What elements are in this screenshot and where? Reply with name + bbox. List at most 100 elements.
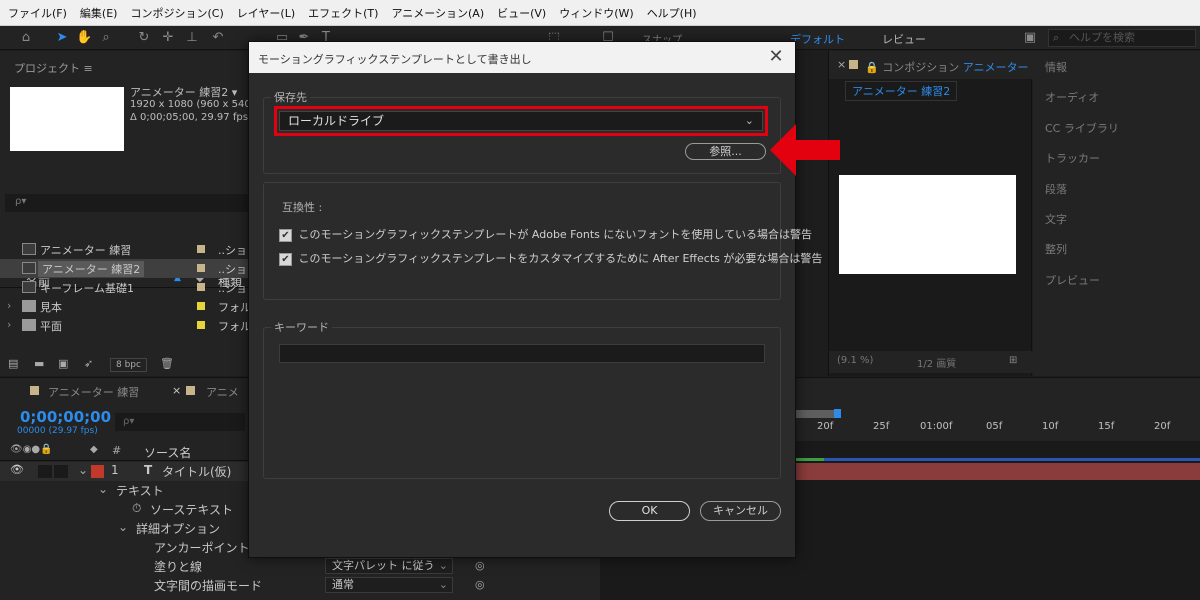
label-swatch[interactable]	[197, 264, 205, 272]
project-item-type: フォル	[218, 320, 251, 333]
browse-button[interactable]: 参照...	[685, 143, 766, 160]
selection-tool-icon[interactable]: ➤	[54, 30, 70, 46]
close-icon[interactable]: ✕	[765, 46, 787, 68]
undo-icon[interactable]: ↶	[210, 30, 226, 46]
timeline-tab-2[interactable]: アニメ	[206, 384, 239, 400]
panel-character[interactable]: 文字	[1045, 211, 1067, 227]
warn-ae-option[interactable]: ✔ このモーショングラフィックステンプレートをカスタマイズするために After…	[279, 250, 822, 266]
close-icon[interactable]: ×	[172, 384, 181, 397]
menu-view[interactable]: ビュー(V)	[497, 5, 546, 21]
project-thumbnail	[10, 87, 124, 151]
timeline-ruler[interactable]: 20f 25f 01:00f 05f 10f 15f 20f	[796, 411, 1200, 441]
chevron-down-icon[interactable]: ⌄	[98, 482, 108, 496]
project-item-type: ..ショ	[218, 244, 247, 257]
zoom-tool-icon[interactable]: ⌕	[98, 30, 114, 46]
fill-stroke-dropdown[interactable]: 文字パレット に従う ⌄	[325, 558, 453, 574]
label-swatch[interactable]	[197, 302, 205, 310]
lock-toggle[interactable]	[54, 465, 68, 478]
timeline-prop-row[interactable]: ⏱ ソーステキスト	[0, 500, 248, 519]
label-swatch[interactable]	[197, 321, 205, 329]
zoom-dropdown[interactable]: (9.1 %)	[837, 355, 873, 366]
project-item[interactable]: キーフレーム基礎1 ..ショ	[0, 278, 248, 297]
bit-depth-button[interactable]: 8 bpc	[110, 358, 147, 372]
menu-help[interactable]: ヘルプ(H)	[647, 5, 697, 21]
composition-canvas[interactable]	[839, 175, 1016, 274]
chevron-down-icon[interactable]: ⌄	[118, 520, 128, 534]
panel-cc-libraries[interactable]: CC ライブラリ	[1045, 120, 1119, 136]
region-icon[interactable]: ⊞	[1009, 355, 1017, 366]
composition-tab-title[interactable]: 🔒 コンポジション アニメーター	[865, 59, 1028, 75]
label-swatch[interactable]	[197, 283, 205, 291]
ok-button[interactable]: OK	[609, 501, 690, 521]
project-item-selected[interactable]: アニメーター 練習2 ..ショ	[0, 259, 248, 278]
blend-mode-dropdown[interactable]: 通常 ⌄	[325, 577, 453, 593]
workspace-review[interactable]: レビュー	[882, 31, 926, 47]
panel-audio[interactable]: オーディオ	[1045, 89, 1099, 105]
new-composition-icon[interactable]: ▣	[58, 357, 68, 370]
panel-align[interactable]: 整列	[1045, 241, 1067, 257]
workspace-default[interactable]: デフォルト	[790, 31, 845, 47]
menu-window[interactable]: ウィンドウ(W)	[559, 5, 633, 21]
project-meta-time: Δ 0;00;05;00, 29.97 fps	[130, 112, 248, 123]
timeline-prop-row[interactable]: ⌄ テキスト	[0, 481, 248, 500]
fill-stroke-value: 文字パレット に従う	[332, 559, 435, 572]
expand-chevron-icon[interactable]: ›	[7, 299, 11, 312]
timeline-prop-row[interactable]: ⌄ 詳細オプション	[0, 519, 248, 538]
menu-file[interactable]: ファイル(F)	[8, 5, 67, 21]
label-swatch[interactable]	[91, 465, 104, 478]
resolution-dropdown[interactable]: 1/2 画質	[917, 355, 956, 370]
project-item[interactable]: › 平面 フォル	[0, 316, 251, 335]
rotate-tool-icon[interactable]: ↻	[136, 30, 152, 46]
project-selected-name[interactable]: アニメーター 練習2 ▾	[130, 84, 237, 100]
project-search-input[interactable]: ρ▾	[5, 194, 248, 212]
composition-subtab[interactable]: アニメーター 練習2	[845, 81, 958, 101]
menu-animation[interactable]: アニメーション(A)	[391, 5, 484, 21]
project-item[interactable]: アニメーター 練習 ..ショ	[0, 240, 248, 259]
solo-toggle[interactable]	[38, 465, 52, 478]
cancel-button[interactable]: キャンセル	[700, 501, 781, 521]
project-footer: ▤ ▬ ▣ ➶ 8 bpc 🗑	[0, 354, 248, 376]
stopwatch-icon[interactable]: ⏱	[132, 501, 141, 516]
timeline-prop-row[interactable]: アンカーポイントの	[0, 538, 262, 557]
pin-tool-icon[interactable]: ⊥	[184, 30, 200, 46]
close-icon[interactable]: ×	[837, 58, 846, 71]
layer-duration-bar[interactable]	[796, 463, 1200, 480]
lock-icon: 🔒	[865, 61, 883, 74]
label-swatch[interactable]	[197, 245, 205, 253]
chevron-down-icon[interactable]: ⌄	[78, 463, 88, 477]
anchor-tool-icon[interactable]: ✛	[160, 30, 176, 46]
workspace-menu-icon[interactable]: ▣	[1022, 30, 1038, 46]
expand-chevron-icon[interactable]: ›	[7, 318, 11, 331]
panel-info[interactable]: 情報	[1045, 59, 1067, 75]
visibility-eye-icon[interactable]: 👁	[10, 463, 24, 476]
menu-composition[interactable]: コンポジション(C)	[130, 5, 223, 21]
expression-pickwhip-icon[interactable]: ◎	[475, 559, 485, 572]
timeline-tab-1[interactable]: アニメーター 練習	[48, 384, 139, 400]
new-folder-icon[interactable]: ▬	[34, 357, 44, 370]
warn-fonts-checkbox[interactable]: ✔	[279, 228, 292, 242]
expression-pickwhip-icon[interactable]: ◎	[475, 578, 485, 591]
timeline-prop-row[interactable]: 塗りと線	[0, 557, 248, 576]
interpret-footage-icon[interactable]: ▤	[8, 357, 18, 370]
panel-tracker[interactable]: トラッカー	[1045, 150, 1100, 166]
home-icon[interactable]: ⌂	[18, 30, 34, 46]
panel-paragraph[interactable]: 段落	[1045, 181, 1067, 197]
trash-icon[interactable]: 🗑	[160, 357, 174, 370]
menu-layer[interactable]: レイヤー(L)	[237, 5, 295, 21]
help-search-input[interactable]: ⌕ ヘルプを検索	[1048, 29, 1196, 47]
flowchart-icon[interactable]: ➶	[84, 357, 93, 370]
project-item[interactable]: › 見本 フォル	[0, 297, 251, 316]
current-timecode[interactable]: 0;00;00;00	[20, 408, 111, 426]
keyword-input[interactable]	[279, 344, 765, 363]
timeline-search-input[interactable]: ρ▾	[115, 413, 245, 431]
menu-effect[interactable]: エフェクト(T)	[308, 5, 378, 21]
warn-ae-checkbox[interactable]: ✔	[279, 252, 292, 266]
timeline-prop-row[interactable]: 文字間の描画モード	[0, 576, 262, 595]
hand-tool-icon[interactable]: ✋	[76, 30, 92, 46]
panel-preview[interactable]: プレビュー	[1045, 272, 1100, 288]
timeline-layer-row[interactable]: 👁 ⌄ 1 T タイトル(仮)	[0, 462, 248, 481]
menu-edit[interactable]: 編集(E)	[80, 5, 118, 21]
warn-fonts-option[interactable]: ✔ このモーショングラフィックステンプレートが Adobe Fonts にないフ…	[279, 226, 812, 242]
col-source-header[interactable]: ソース名	[144, 444, 191, 461]
layer-name[interactable]: タイトル(仮)	[162, 463, 231, 480]
